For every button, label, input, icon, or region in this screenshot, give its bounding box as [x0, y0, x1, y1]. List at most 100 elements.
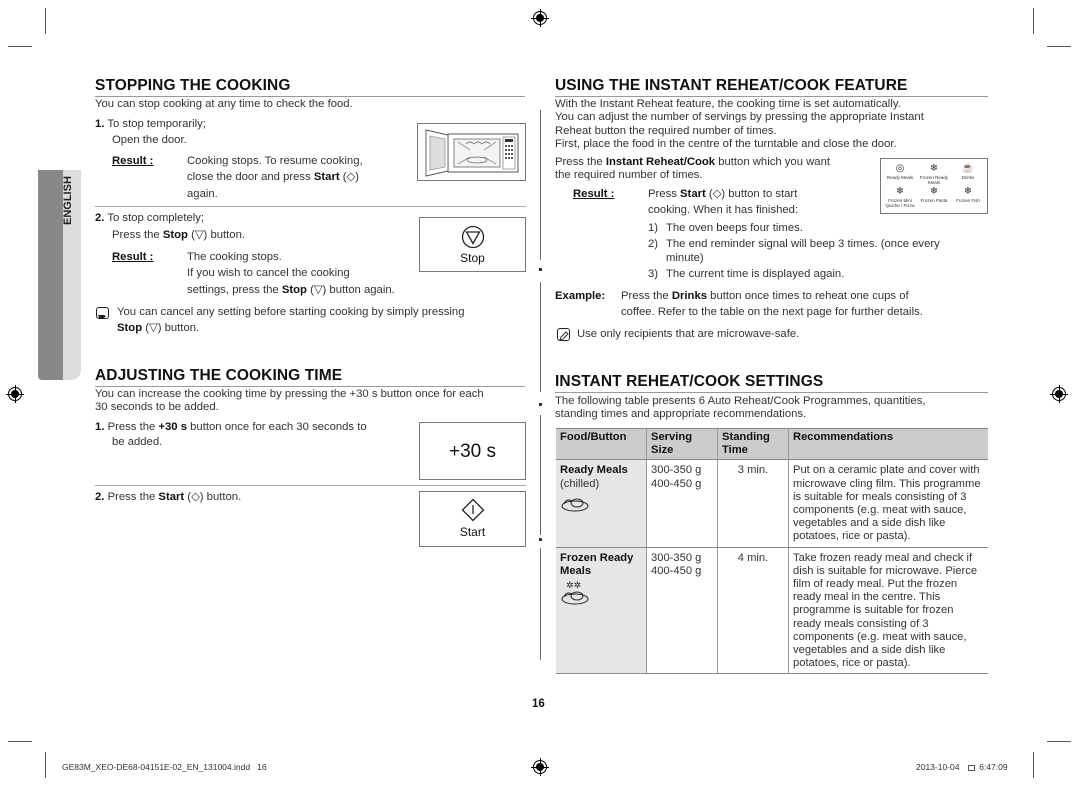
text: the required number of times.: [555, 169, 703, 182]
text: close the door and press: [187, 171, 314, 184]
panel-button-frozen-pasta: ❄ Frozen Pasta: [917, 186, 951, 209]
press-instruction: Press the Instant Reheat/Cook button whi…: [555, 156, 830, 183]
crop-mark: [8, 46, 32, 47]
table-row: Frozen Ready Meals ✲✲ 300-350 g 400-450 …: [556, 547, 988, 675]
result-line: The cooking stops.: [187, 251, 282, 263]
step-number: 1.: [95, 421, 105, 433]
result-label: Result :: [112, 251, 154, 263]
stopping-note: You can cancel any setting before starti…: [117, 306, 464, 336]
panel-button-drinks: ☕ Drinks: [951, 163, 985, 186]
text: button which you want: [715, 156, 830, 168]
stop-keyword: Stop: [117, 322, 143, 335]
step-number: 2.: [95, 212, 105, 224]
crop-mark: [1033, 752, 1034, 778]
intro-line: standing times and appropriate recommend…: [555, 408, 807, 421]
frozen-ready-meal-icon: ✲✲: [561, 581, 589, 605]
frozen-pizza-icon: ❄: [895, 186, 905, 197]
text: coffee. Refer to the table on the next p…: [621, 306, 923, 319]
plus30-keyword: +30 s: [158, 421, 188, 433]
list-number: 1): [648, 222, 659, 234]
cup-icon: ☕: [961, 163, 975, 174]
registration-mark-icon: [531, 9, 549, 27]
list-number: [648, 252, 666, 265]
intro-line: You can increase the cooking time by pre…: [95, 388, 484, 400]
panel-button-ready-meals: ◎ Ready Meals: [883, 163, 917, 186]
column-divider: [540, 282, 541, 392]
intro-line: First, place the food in the centre of t…: [555, 137, 897, 150]
step-1-line2: Open the door.: [112, 134, 187, 146]
intro-line: You can adjust the number of servings by…: [555, 111, 924, 124]
result-line: settings, press the Stop (▽) button agai…: [187, 284, 395, 297]
column-divider: [540, 110, 541, 260]
stop-icon: [461, 225, 484, 249]
list-text: The oven beeps four times.: [666, 222, 803, 234]
stop-keyword: Stop: [281, 283, 307, 296]
stop-symbol-icon: (▽) button.: [187, 229, 246, 241]
table-row: Ready Meals (chilled) 300-350 g 400-450 …: [556, 459, 988, 548]
microwave-safe-note: Use only recipients that are microwave-s…: [577, 328, 800, 340]
footer-date: 2013-10-04: [916, 762, 960, 772]
serving-size: 300-350 g: [651, 464, 702, 477]
start-button-illustration: Start: [419, 491, 526, 547]
list-item: minute): [648, 252, 988, 265]
table-header-row: Food/Button Serving Size Standing Time R…: [556, 427, 988, 461]
panel-button-frozen-pizza: ❄ Frozen Mini Quiche / Pizza: [883, 186, 917, 209]
standing-time-cell: 4 min.: [717, 547, 789, 675]
frozen-pasta-icon: ❄: [929, 186, 939, 197]
step-1: 1. To stop temporarily;: [95, 118, 206, 131]
text: Press: [648, 188, 681, 200]
list-text: minute): [666, 251, 704, 264]
page-number: 16: [532, 698, 545, 710]
text: Press the: [112, 229, 163, 241]
start-symbol-icon: (◇): [339, 171, 359, 184]
panel-button-frozen-fish: ❄ Frozen Fish: [951, 186, 985, 209]
start-button-label: Start: [459, 525, 486, 539]
food-name: Frozen Ready Meals: [560, 551, 634, 577]
note-hand-icon: [96, 307, 109, 319]
panel-label: Frozen Mini Quiche / Pizza: [885, 198, 915, 208]
stop-button-illustration: Stop: [419, 217, 526, 272]
section-title-using: USING THE INSTANT REHEAT/COOK FEATURE: [555, 77, 988, 97]
list-item: 1) The oven beeps four times.: [648, 222, 988, 235]
panel-label: Drinks: [961, 175, 975, 180]
column-divider-dot: [539, 268, 542, 271]
text: button once for each 30 seconds to: [187, 421, 367, 433]
column-divider-dot: [539, 538, 542, 541]
column-divider: [540, 548, 541, 660]
adjust-step-2: 2. Press the Start (◇) button.: [95, 491, 241, 504]
section-title-settings: INSTANT REHEAT/COOK SETTINGS: [555, 373, 988, 393]
footer-time: 6:47:09: [979, 762, 1008, 772]
result-line: Cooking stops. To resume cooking,: [187, 155, 363, 167]
language-tab-label: ENGLISH: [62, 176, 74, 225]
panel-button-frozen-ready-meals: ❄ Frozen Ready Meals: [917, 163, 951, 186]
food-cell: Ready Meals (chilled): [556, 459, 647, 548]
text: Press the: [107, 421, 159, 433]
step-2-result: The cooking stops. If you wish to cancel…: [187, 251, 395, 297]
list-text: The end reminder signal will beep 3 time…: [666, 238, 940, 251]
stop-button-label: Stop: [460, 251, 485, 265]
food-name: Ready Meals: [560, 464, 628, 477]
text: Press the: [621, 290, 672, 302]
intro-line: Reheat button the required number of tim…: [555, 124, 777, 137]
start-keyword: Start: [313, 171, 340, 184]
list-number: 2): [648, 238, 659, 251]
crop-mark: [45, 8, 46, 34]
step-separator: [95, 206, 526, 207]
registration-mark-icon: [531, 758, 549, 776]
frozen-ready-meal-icon: ❄: [929, 163, 939, 174]
step-1-result: Cooking stops. To resume cooking, close …: [187, 155, 363, 201]
stopping-intro: You can stop cooking at any time to chec…: [95, 98, 353, 110]
intro-line: The following table presents 6 Auto Rehe…: [555, 395, 926, 407]
food-sub: (chilled): [560, 477, 600, 490]
list-item: 3) The current time is displayed again.: [648, 268, 988, 281]
result-list: 1) The oven beeps four times. 2) The end r…: [648, 222, 988, 281]
result-line: If you wish to cancel the cooking: [187, 267, 350, 280]
result-label: Result :: [112, 155, 154, 167]
stop-keyword: Stop: [162, 229, 188, 241]
crop-mark: [1033, 8, 1034, 34]
start-keyword: Start: [158, 491, 185, 503]
adjusting-intro: You can increase the cooking time by pre…: [95, 388, 484, 415]
start-icon: [461, 498, 484, 522]
serving-cell: 300-350 g 400-450 g: [646, 547, 718, 675]
list-text: The current time is displayed again.: [666, 267, 845, 280]
